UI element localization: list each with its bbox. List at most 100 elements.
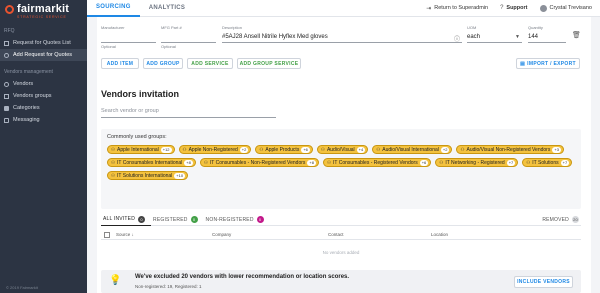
group-chip[interactable]: ⚇ IT Consumables International +8 xyxy=(107,158,196,167)
group-chip-label: Audio/Visual Non-Registered Vendors xyxy=(466,146,551,153)
trash-icon[interactable]: 🗑 xyxy=(572,31,581,39)
description-value: #5AJ28 Ansell Nitrile Hyflex Med gloves xyxy=(222,34,328,40)
quantity-field[interactable]: Quantity 144 xyxy=(528,25,566,43)
group-chip[interactable]: ⚇ IT Consumables - Non-Registered Vendors… xyxy=(199,158,319,167)
group-chip[interactable]: ⚇ IT Solutions International +10 xyxy=(107,171,189,180)
sidebar-item-vendors-groups[interactable]: Vendors groups xyxy=(0,90,87,102)
column-location: Location xyxy=(431,232,449,237)
manufacturer-field[interactable]: Manufacturer Optional xyxy=(101,25,156,49)
include-vendors-button[interactable]: INCLUDE VENDORS xyxy=(514,276,573,288)
tab-non-registered[interactable]: NON-REGISTERED 0 xyxy=(204,214,270,226)
group-chip[interactable]: ⚇ Audio/Visual Non-Registered Vendors +3 xyxy=(456,145,564,154)
group-chip[interactable]: ⚇ Apple International +12 xyxy=(107,145,175,154)
vendors-invitation-title: Vendors invitation xyxy=(101,89,180,99)
group-chip-label: IT Solutions xyxy=(532,159,559,166)
support-label: Support xyxy=(506,5,528,11)
info-icon[interactable]: ⓘ xyxy=(454,34,460,43)
group-chip-label: Apple Non-Registered xyxy=(188,146,238,153)
count-badge: 0 xyxy=(138,215,146,223)
groups-icon xyxy=(4,93,9,99)
user-menu[interactable]: Crystal Trevisano xyxy=(539,4,592,12)
tab-sourcing[interactable]: SOURCING xyxy=(87,0,140,17)
count-badge: 0 xyxy=(256,216,264,223)
exit-icon: ⇥ xyxy=(426,5,432,12)
tab-label: REMOVED xyxy=(542,216,569,223)
top-bar-right: ⇥ Return to Superadmin ? Support Crystal… xyxy=(426,4,600,12)
group-icon: ⚇ xyxy=(320,146,325,152)
tab-analytics[interactable]: ANALYTICS xyxy=(140,0,194,17)
group-chip[interactable]: ⚇ Apple Non-Registered +2 xyxy=(178,145,252,154)
group-chip-label: Apple International xyxy=(117,146,159,153)
return-link[interactable]: ⇥ Return to Superadmin xyxy=(426,5,488,12)
group-chip-label: Audio/Visual xyxy=(326,146,355,153)
group-chip[interactable]: ⚇ Audio/Visual +4 xyxy=(316,145,369,154)
manufacturer-label: Manufacturer xyxy=(101,25,125,30)
chevron-down-icon: ▼ xyxy=(515,34,520,40)
group-chip-count: +8 xyxy=(307,159,316,166)
sidebar-item-rfq-list[interactable]: Request for Quotes List xyxy=(0,37,87,49)
group-chip[interactable]: ⚇ IT Networking - Registered +7 xyxy=(435,158,519,167)
group-chip-count: +6 xyxy=(301,146,310,153)
add-item-button[interactable]: ADD ITEM xyxy=(101,58,139,69)
vendor-search-input[interactable]: Search vendor or group xyxy=(101,107,276,118)
copyright: © 2019 Fairmarkit xyxy=(6,285,38,290)
add-service-button[interactable]: ADD SERVICE xyxy=(187,58,233,69)
import-export-icon: ▤ xyxy=(520,60,526,67)
quantity-value: 144 xyxy=(528,34,539,40)
support-link[interactable]: ? Support xyxy=(500,5,527,11)
tab-label: REGISTERED xyxy=(153,216,188,223)
group-icon: ⚇ xyxy=(460,146,465,152)
list-icon xyxy=(4,40,9,46)
tab-registered[interactable]: REGISTERED 0 xyxy=(151,214,204,226)
add-icon xyxy=(4,52,9,58)
group-chips: ⚇ Apple International +12 ⚇ Apple Non-Regis… xyxy=(107,145,575,180)
uom-select[interactable]: UOM each ▼ xyxy=(467,25,522,43)
logo[interactable]: fairmarkit STRATEGIC SERVICE xyxy=(0,0,87,20)
sidebar-item-label: Add Request for Quotes xyxy=(13,52,73,58)
add-group-button[interactable]: ADD GROUP xyxy=(143,58,183,69)
sidebar: fairmarkit STRATEGIC SERVICE RFQ Request… xyxy=(0,0,87,293)
group-icon: ⚇ xyxy=(526,159,531,165)
main-content: Manufacturer Optional MFG Part # Optiona… xyxy=(97,17,591,293)
import-export-button[interactable]: ▤ IMPORT / EXPORT xyxy=(516,58,580,69)
quantity-label: Quantity xyxy=(528,25,543,30)
group-icon: ⚇ xyxy=(182,146,187,152)
sidebar-item-label: Vendors xyxy=(13,81,34,87)
mfg-part-field[interactable]: MFG Part # Optional xyxy=(161,25,216,49)
tab-all-invited[interactable]: ALL INVITED 0 xyxy=(101,214,152,226)
description-field[interactable]: Description #5AJ28 Ansell Nitrile Hyflex… xyxy=(222,25,462,43)
group-chip[interactable]: ⚇ IT Solutions +7 xyxy=(522,158,573,167)
group-chip[interactable]: ⚇ IT Consumables - Registered Vendors +6 xyxy=(322,158,432,167)
column-source[interactable]: Source ↓ xyxy=(116,232,212,237)
add-group-service-button[interactable]: ADD GROUP SERVICE xyxy=(237,58,301,69)
group-chip-count: +3 xyxy=(552,146,561,153)
vendor-tabs: ALL INVITED 0 REGISTERED 0 NON-REGISTERE… xyxy=(101,214,581,226)
group-icon: ⚇ xyxy=(111,159,116,165)
sidebar-item-messaging[interactable]: Messaging xyxy=(0,114,87,126)
vendors-table-header: Source ↓ Company Contact Location xyxy=(101,230,581,240)
tab-removed[interactable]: REMOVED 20 xyxy=(540,214,581,226)
group-chip-count: +8 xyxy=(184,159,193,166)
empty-state-text: No vendors added xyxy=(322,250,360,255)
group-chip-label: IT Consumables - Registered Vendors xyxy=(333,159,418,166)
group-icon: ⚇ xyxy=(111,172,116,178)
group-chip[interactable]: ⚇ Audio/Visual International +2 xyxy=(372,145,453,154)
common-groups-title: Commonly used groups: xyxy=(107,134,167,140)
count-badge: 20 xyxy=(572,216,579,223)
sidebar-item-categories[interactable]: Categories xyxy=(0,102,87,114)
group-icon: ⚇ xyxy=(203,159,208,165)
group-chip-count: +10 xyxy=(174,172,186,179)
sidebar-item-add-rfq[interactable]: Add Request for Quotes xyxy=(0,49,87,61)
group-icon: ⚇ xyxy=(111,146,116,152)
select-all-checkbox[interactable] xyxy=(104,231,110,238)
group-chip[interactable]: ⚇ Apple Products +6 xyxy=(255,145,313,154)
avatar xyxy=(539,4,547,12)
group-chip-label: IT Consumables - Non-Registered Vendors xyxy=(209,159,306,166)
group-icon: ⚇ xyxy=(326,159,332,165)
group-icon: ⚇ xyxy=(259,146,264,152)
sidebar-item-label: Vendors groups xyxy=(13,93,52,99)
sidebar-item-vendors[interactable]: Vendors xyxy=(0,78,87,90)
column-contact: Contact xyxy=(328,232,344,237)
sidebar-section-rfq: RFQ xyxy=(4,28,15,34)
group-icon: ⚇ xyxy=(439,159,444,165)
